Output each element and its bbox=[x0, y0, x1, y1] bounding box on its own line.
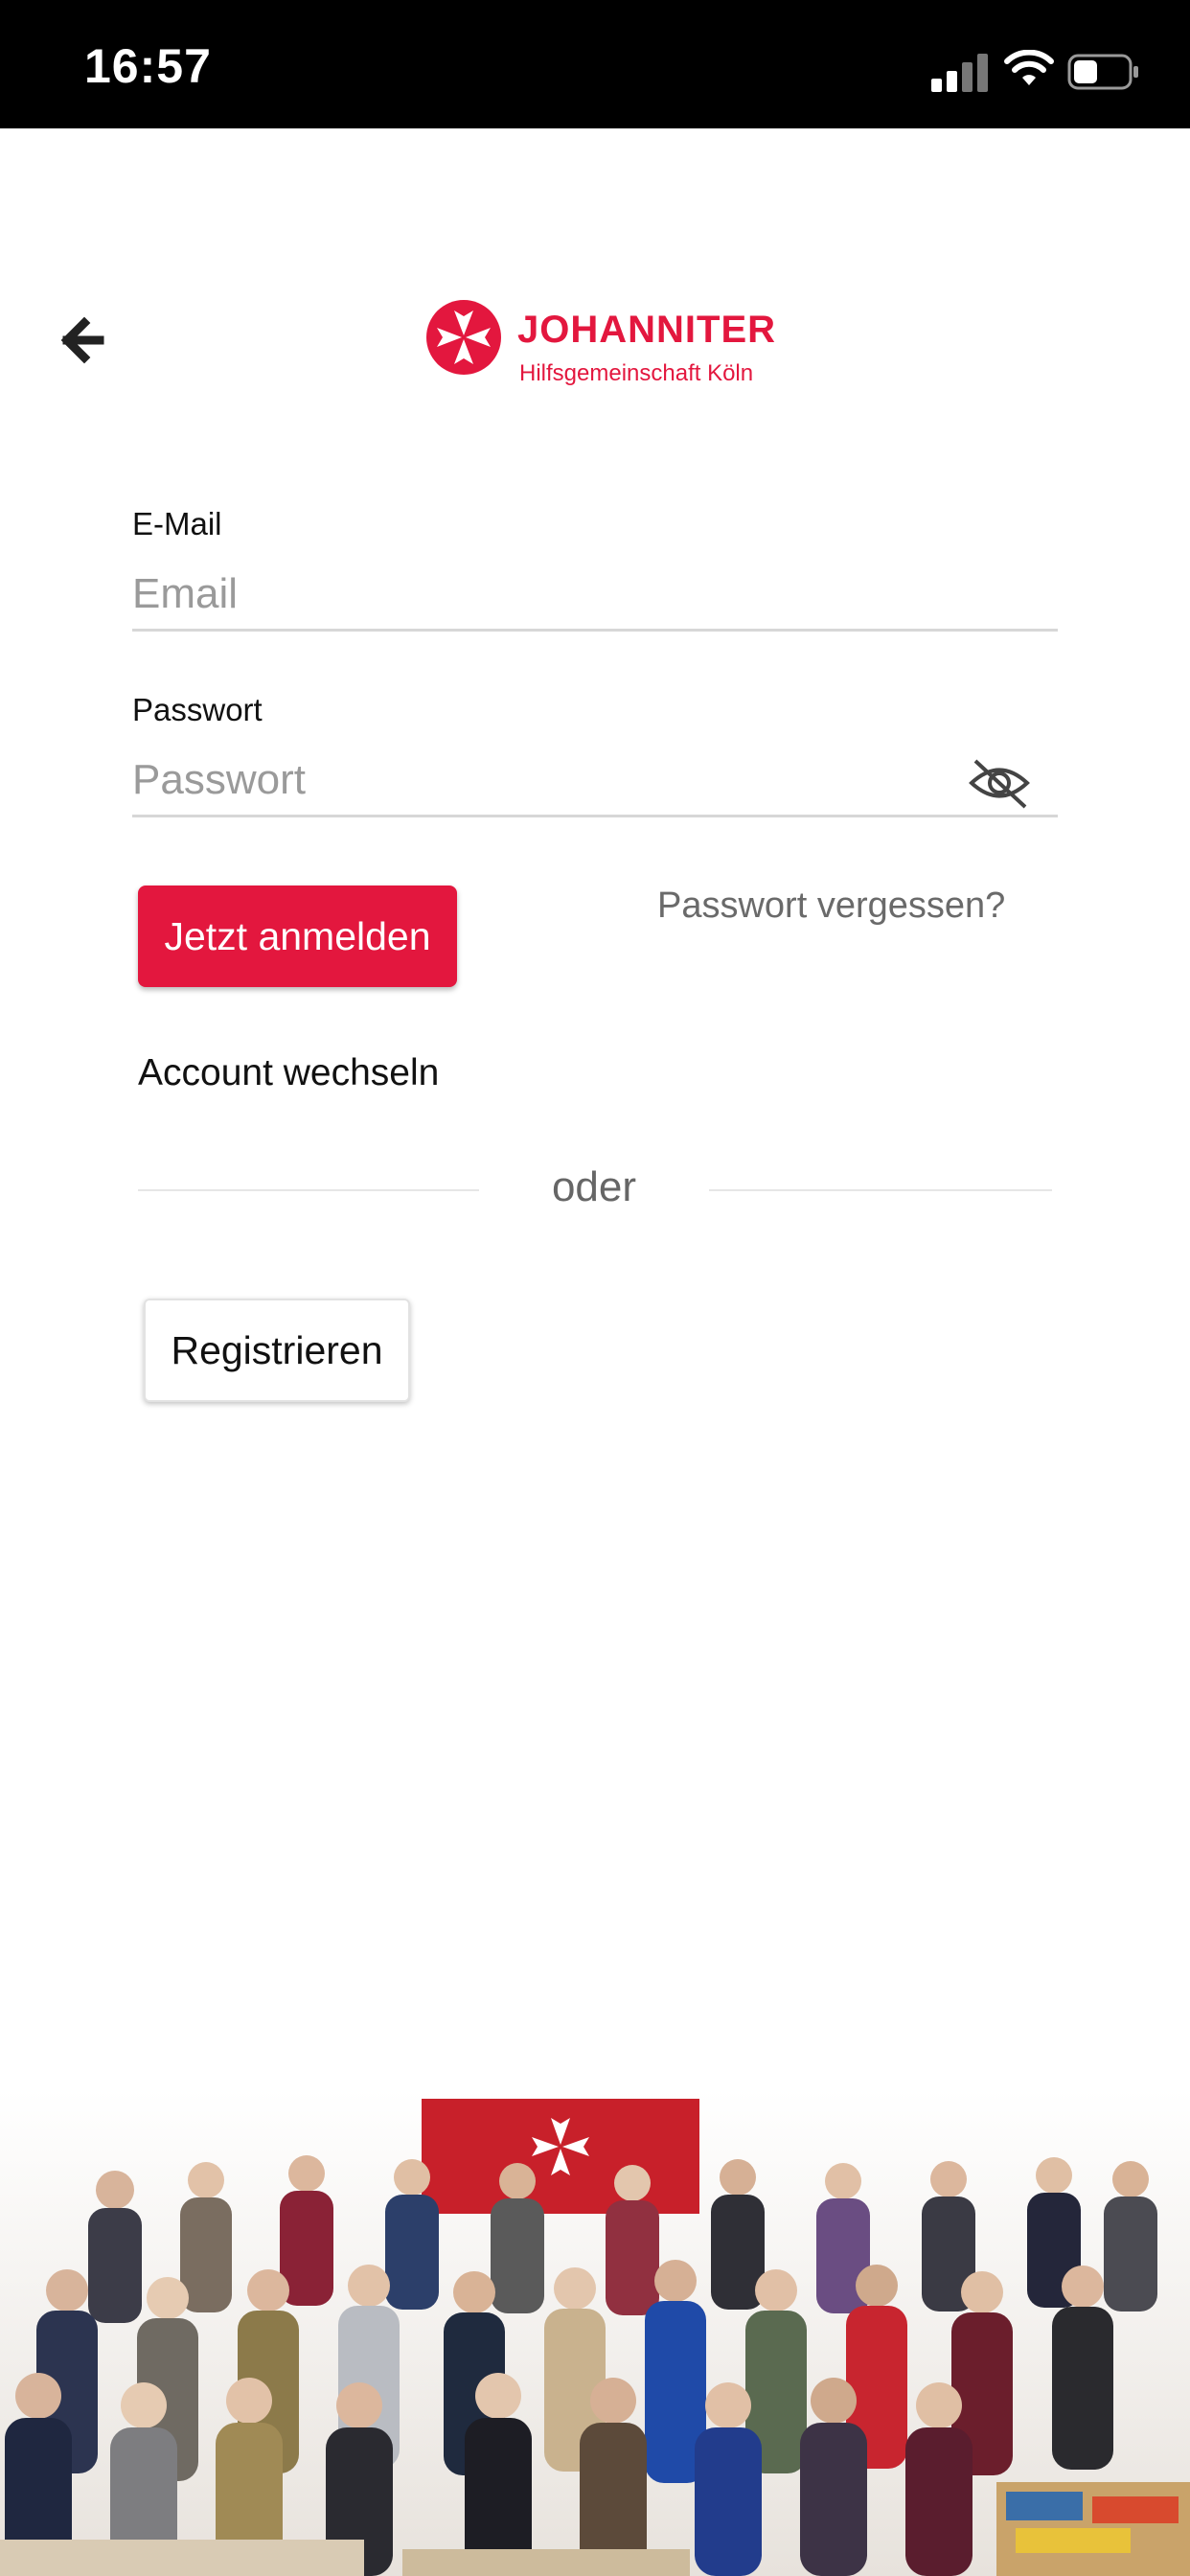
cellular-signal-icon bbox=[931, 48, 989, 92]
register-button[interactable]: Registrieren bbox=[144, 1299, 410, 1402]
maltese-cross-logo-icon bbox=[426, 300, 501, 375]
battery-icon bbox=[1067, 54, 1138, 90]
toggle-password-visibility-button[interactable] bbox=[966, 755, 1033, 811]
forgot-password-link[interactable]: Passwort vergessen? bbox=[657, 886, 1016, 927]
divider-line-left bbox=[138, 1189, 479, 1191]
password-label: Passwort bbox=[132, 692, 263, 727]
divider-label: oder bbox=[551, 1163, 637, 1210]
logo-subtitle: Hilfsgemeinschaft Köln bbox=[519, 360, 754, 386]
password-field[interactable] bbox=[132, 746, 1058, 817]
logo-title: JOHANNITER bbox=[517, 309, 777, 351]
back-button[interactable] bbox=[56, 309, 123, 372]
login-button[interactable]: Jetzt anmelden bbox=[138, 886, 457, 987]
status-bar: 16:57 bbox=[0, 0, 1190, 128]
eye-off-icon bbox=[969, 759, 1030, 809]
arrow-left-icon bbox=[60, 316, 104, 364]
group-photo bbox=[0, 2089, 1190, 2576]
switch-account-link[interactable]: Account wechseln bbox=[138, 1052, 439, 1094]
wifi-icon bbox=[1004, 50, 1054, 85]
email-label: E-Mail bbox=[132, 506, 222, 541]
divider-line-right bbox=[709, 1189, 1052, 1191]
johanniter-logo: JOHANNITER Hilfsgemeinschaft Köln bbox=[425, 295, 775, 401]
status-time: 16:57 bbox=[84, 39, 212, 93]
email-field[interactable] bbox=[132, 560, 1058, 632]
